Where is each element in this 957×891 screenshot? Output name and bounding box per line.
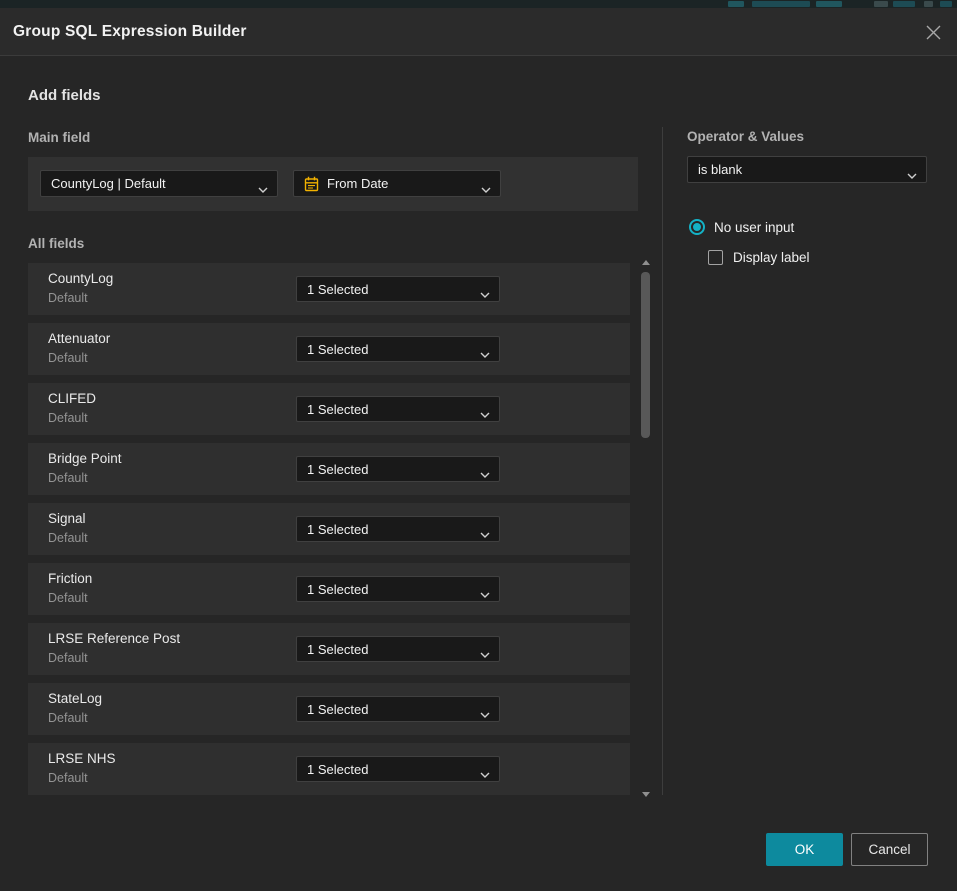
cancel-button[interactable]: Cancel	[851, 833, 928, 866]
panel-divider	[662, 127, 663, 795]
field-selection-dropdown[interactable]: 1 Selected	[296, 396, 500, 422]
display-label-text: Display label	[733, 250, 810, 265]
field-selection-dropdown[interactable]: 1 Selected	[296, 336, 500, 362]
header-divider	[0, 55, 957, 56]
operator-dropdown[interactable]: is blank	[687, 156, 927, 183]
field-row[interactable]: StateLog Default 1 Selected	[28, 683, 630, 735]
field-selection-dropdown[interactable]: 1 Selected	[296, 276, 500, 302]
field-name: Bridge Point	[48, 451, 122, 466]
display-label-checkbox[interactable]	[708, 250, 723, 265]
backdrop-fragment	[874, 1, 888, 7]
chevron-down-icon	[480, 766, 490, 781]
field-selection-dropdown[interactable]: 1 Selected	[296, 696, 500, 722]
field-selection-dropdown[interactable]: 1 Selected	[296, 756, 500, 782]
calendar-icon	[304, 176, 319, 192]
field-subtitle: Default	[48, 651, 88, 665]
field-name: LRSE NHS	[48, 751, 116, 766]
field-row[interactable]: LRSE NHS Default 1 Selected	[28, 743, 630, 795]
all-fields-label: All fields	[28, 236, 84, 251]
field-selection-value: 1 Selected	[307, 462, 368, 477]
backdrop-fragment	[893, 1, 915, 7]
field-subtitle: Default	[48, 711, 88, 725]
field-subtitle: Default	[48, 771, 88, 785]
field-subtitle: Default	[48, 351, 88, 365]
field-subtitle: Default	[48, 411, 88, 425]
field-selection-dropdown[interactable]: 1 Selected	[296, 516, 500, 542]
field-selection-value: 1 Selected	[307, 582, 368, 597]
field-row[interactable]: LRSE Reference Post Default 1 Selected	[28, 623, 630, 675]
main-field-panel: CountyLog | Default From Date	[28, 157, 638, 211]
field-name: Friction	[48, 571, 92, 586]
main-field-date-value: From Date	[327, 176, 388, 191]
chevron-down-icon	[480, 466, 490, 481]
no-user-input-radio[interactable]	[689, 219, 705, 235]
backdrop-fragment	[924, 1, 933, 7]
operator-values-heading: Operator & Values	[687, 129, 804, 144]
display-label-option[interactable]: Display label	[708, 250, 810, 265]
field-selection-value: 1 Selected	[307, 702, 368, 717]
scroll-down-arrow[interactable]	[641, 790, 651, 798]
field-subtitle: Default	[48, 291, 88, 305]
field-selection-value: 1 Selected	[307, 642, 368, 657]
field-row[interactable]: Attenuator Default 1 Selected	[28, 323, 630, 375]
field-selection-value: 1 Selected	[307, 522, 368, 537]
field-subtitle: Default	[48, 471, 88, 485]
dialog-title: Group SQL Expression Builder	[13, 8, 247, 55]
scroll-up-arrow[interactable]	[641, 258, 651, 266]
no-user-input-label: No user input	[714, 220, 794, 235]
field-selection-value: 1 Selected	[307, 282, 368, 297]
add-fields-heading: Add fields	[28, 87, 101, 104]
chevron-down-icon	[907, 167, 917, 182]
field-row[interactable]: CLIFED Default 1 Selected	[28, 383, 630, 435]
main-field-source-dropdown[interactable]: CountyLog | Default	[40, 170, 278, 197]
field-selection-dropdown[interactable]: 1 Selected	[296, 456, 500, 482]
chevron-down-icon	[480, 586, 490, 601]
scrollbar-thumb[interactable]	[641, 272, 650, 438]
field-name: CLIFED	[48, 391, 96, 406]
backdrop-fragment	[816, 1, 842, 7]
ok-button[interactable]: OK	[766, 833, 843, 866]
chevron-down-icon	[480, 286, 490, 301]
chevron-down-icon	[480, 406, 490, 421]
field-row[interactable]: Signal Default 1 Selected	[28, 503, 630, 555]
backdrop-fragment	[752, 1, 810, 7]
main-field-date-dropdown[interactable]: From Date	[293, 170, 501, 197]
operator-value: is blank	[698, 162, 742, 177]
close-button[interactable]	[922, 21, 944, 43]
chevron-down-icon	[481, 181, 491, 196]
field-name: StateLog	[48, 691, 102, 706]
field-subtitle: Default	[48, 591, 88, 605]
field-selection-value: 1 Selected	[307, 402, 368, 417]
main-field-label: Main field	[28, 130, 90, 145]
close-icon	[925, 24, 942, 41]
field-row[interactable]: CountyLog Default 1 Selected	[28, 263, 630, 315]
main-field-source-value: CountyLog | Default	[51, 176, 166, 191]
field-name: Attenuator	[48, 331, 110, 346]
chevron-down-icon	[480, 346, 490, 361]
no-user-input-option[interactable]: No user input	[689, 219, 794, 235]
chevron-down-icon	[258, 181, 268, 196]
chevron-down-icon	[480, 526, 490, 541]
backdrop-app-strip	[0, 0, 957, 8]
backdrop-fragment	[940, 1, 952, 7]
field-selection-dropdown[interactable]: 1 Selected	[296, 576, 500, 602]
field-row[interactable]: Friction Default 1 Selected	[28, 563, 630, 615]
dialog-header: Group SQL Expression Builder	[0, 8, 957, 55]
field-name: Signal	[48, 511, 86, 526]
field-selection-value: 1 Selected	[307, 762, 368, 777]
chevron-down-icon	[480, 646, 490, 661]
field-selection-dropdown[interactable]: 1 Selected	[296, 636, 500, 662]
all-fields-list: CountyLog Default 1 Selected Attenuator …	[28, 263, 630, 803]
field-subtitle: Default	[48, 531, 88, 545]
field-name: CountyLog	[48, 271, 113, 286]
backdrop-fragment	[728, 1, 744, 7]
field-row[interactable]: Bridge Point Default 1 Selected	[28, 443, 630, 495]
field-name: LRSE Reference Post	[48, 631, 180, 646]
chevron-down-icon	[480, 706, 490, 721]
field-selection-value: 1 Selected	[307, 342, 368, 357]
